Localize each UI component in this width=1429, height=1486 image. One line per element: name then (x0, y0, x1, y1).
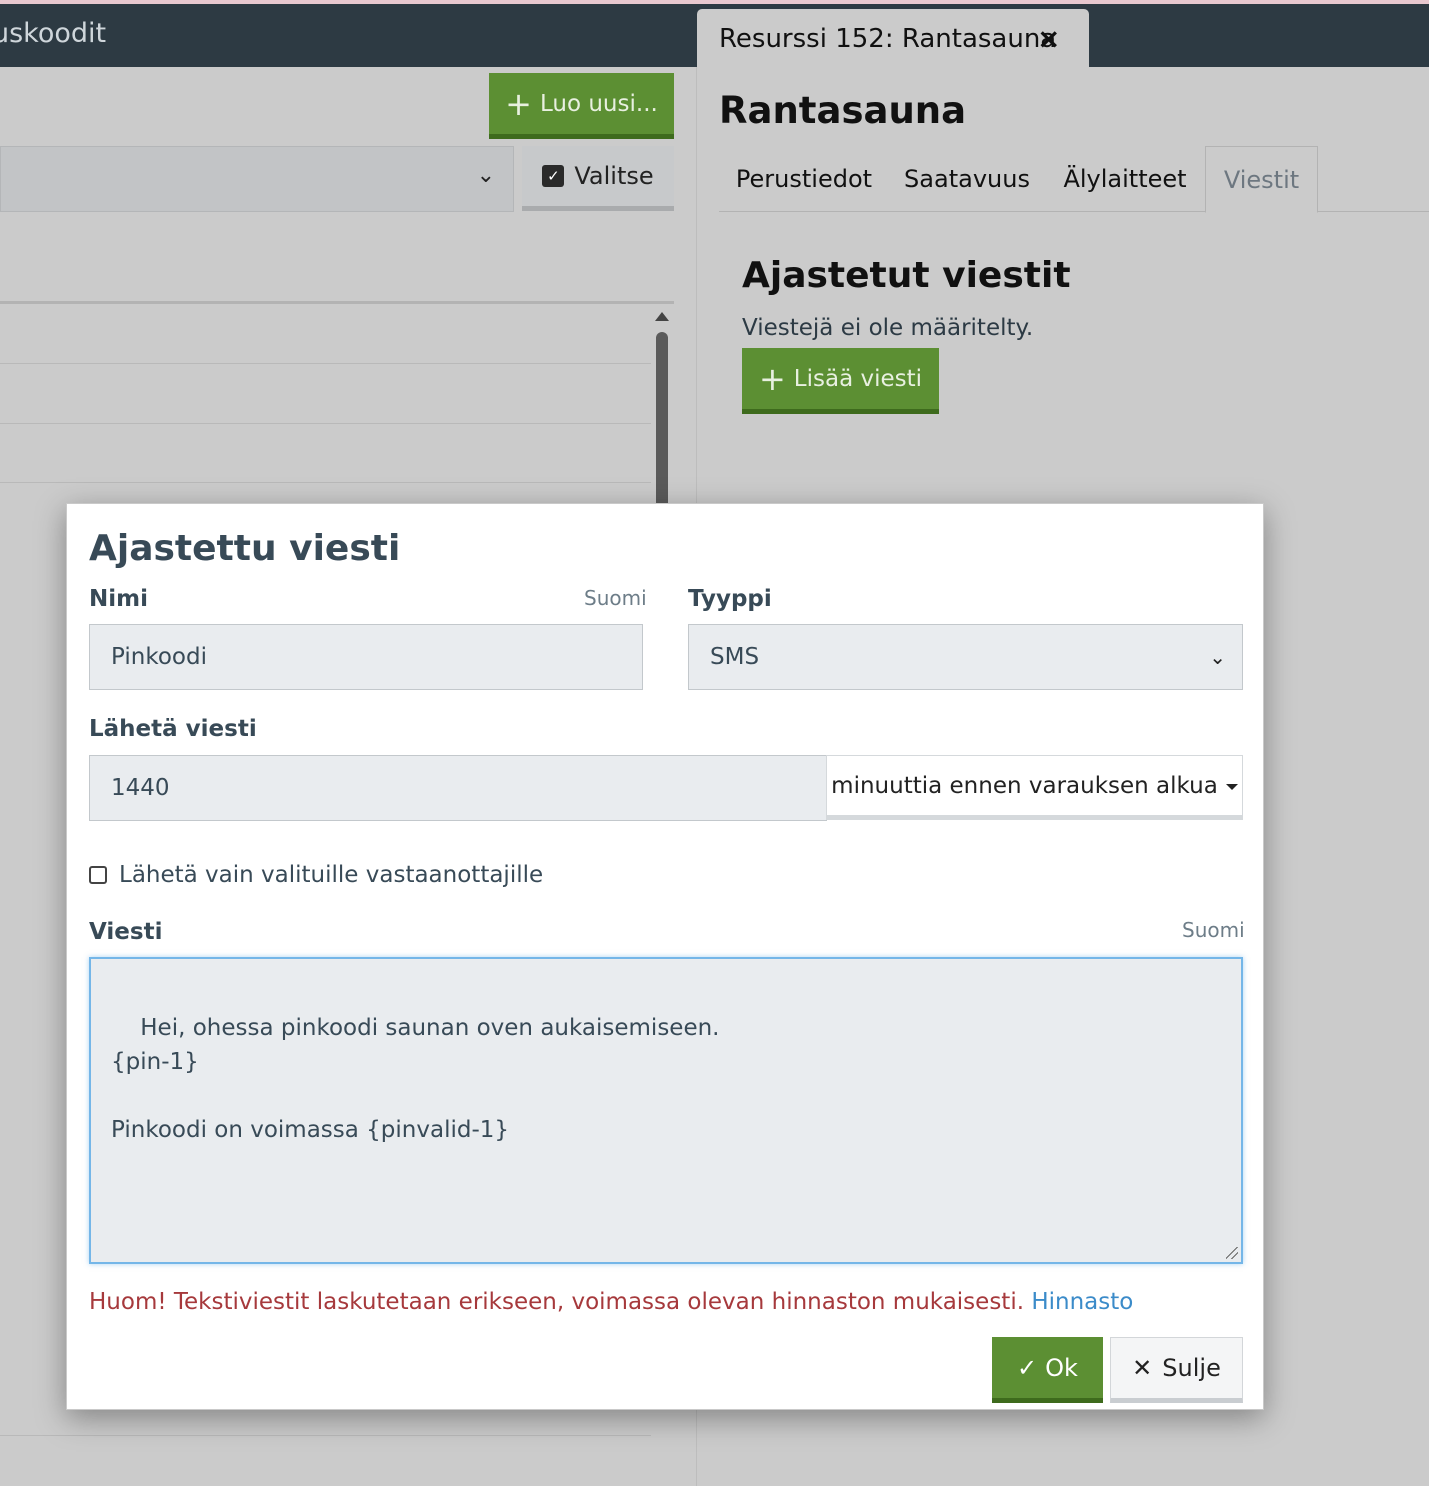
plus-icon: + (505, 84, 532, 123)
chevron-down-icon: ⌄ (476, 163, 495, 188)
scroll-up-arrow-icon[interactable] (655, 312, 669, 321)
message-textarea[interactable]: Hei, ohessa pinkoodi saunan oven aukaise… (89, 957, 1243, 1264)
only-selected-recipients-checkbox[interactable] (89, 866, 107, 884)
resource-tabs: Perustiedot Saatavuus Älylaitteet Viesti… (719, 146, 1429, 213)
page-title-fragment: uskoodit (0, 18, 107, 49)
select-toggle-button[interactable]: ✓ Valitse (522, 146, 674, 211)
message-text: Hei, ohessa pinkoodi saunan oven aukaise… (111, 1015, 720, 1143)
empty-messages-text: Viestejä ei ole määritelty. (742, 315, 1034, 341)
filter-select[interactable]: ⌄ (0, 146, 514, 212)
close-label: Sulje (1162, 1354, 1221, 1382)
type-label: Tyyppi (688, 586, 772, 612)
add-message-label: Lisää viesti (793, 365, 923, 392)
send-minutes-value: 1440 (111, 775, 170, 801)
only-selected-recipients-row: Lähetä vain valituille vastaanottajille (89, 862, 543, 888)
close-icon: ✕ (1132, 1354, 1153, 1382)
tab-label: Viestit (1223, 165, 1300, 194)
check-icon: ✓ (1017, 1353, 1038, 1382)
ok-button[interactable]: ✓ Ok (992, 1337, 1103, 1403)
tab-label: Saatavuus (904, 164, 1030, 193)
table-row[interactable] (0, 482, 651, 483)
table-row[interactable] (0, 1435, 651, 1436)
scheduled-message-dialog: Ajastettu viesti Nimi Suomi Pinkoodi Tyy… (66, 503, 1264, 1410)
ok-label: Ok (1045, 1353, 1078, 1382)
name-label: Nimi (89, 586, 148, 612)
tab-saatavuus[interactable]: Saatavuus (889, 146, 1045, 211)
close-icon[interactable]: × (1037, 22, 1060, 55)
send-unit-dropdown[interactable]: minuuttia ennen varauksen alkua (826, 755, 1243, 820)
checkbox-checked-icon: ✓ (542, 165, 565, 187)
resource-title: Rantasauna (719, 89, 967, 132)
only-selected-recipients-label: Lähetä vain valituille vastaanottajille (119, 862, 544, 888)
select-toggle-label: Valitse (574, 162, 654, 190)
tab-viestit[interactable]: Viestit (1205, 146, 1318, 213)
resize-handle-icon[interactable] (1226, 1247, 1238, 1259)
tab-perustiedot[interactable]: Perustiedot (719, 146, 889, 211)
dialog-title: Ajastettu viesti (89, 528, 401, 569)
message-language-label: Suomi (1182, 918, 1245, 942)
tab-resource-label: Resurssi 152: Rantasauna (719, 24, 1057, 54)
type-select[interactable]: SMS ⌄ (688, 624, 1243, 690)
scheduled-messages-heading: Ajastetut viestit (742, 255, 1071, 296)
type-select-value: SMS (710, 644, 760, 670)
plus-icon: + (758, 359, 786, 398)
name-input-value: Pinkoodi (111, 644, 207, 670)
create-new-button[interactable]: + Luo uusi... (489, 73, 674, 139)
send-unit-label: minuuttia ennen varauksen alkua (831, 772, 1218, 799)
message-label: Viesti (89, 919, 163, 945)
caret-down-icon (1225, 784, 1238, 790)
tab-alylaitteet[interactable]: Älylaitteet (1045, 146, 1205, 211)
close-button[interactable]: ✕ Sulje (1110, 1337, 1243, 1403)
send-label: Lähetä viesti (89, 716, 257, 742)
create-new-label: Luo uusi... (539, 90, 658, 117)
chevron-down-icon: ⌄ (1209, 645, 1226, 669)
sms-billing-warning: Huom! Tekstiviestit laskutetaan erikseen… (89, 1289, 1133, 1315)
list-top-border (0, 301, 674, 304)
add-message-button[interactable]: + Lisää viesti (742, 348, 939, 414)
name-language-label: Suomi (584, 586, 647, 610)
tab-resource-152[interactable]: Resurssi 152: Rantasauna × (697, 9, 1089, 69)
price-list-link[interactable]: Hinnasto (1031, 1289, 1133, 1315)
tab-label: Perustiedot (735, 164, 873, 193)
sms-billing-warning-text: Huom! Tekstiviestit laskutetaan erikseen… (89, 1289, 1025, 1315)
tab-label: Älylaitteet (1063, 164, 1187, 193)
table-row[interactable] (0, 423, 651, 424)
send-minutes-input[interactable]: 1440 (89, 755, 827, 821)
name-input[interactable]: Pinkoodi (89, 624, 643, 690)
scrollbar-thumb[interactable] (656, 332, 668, 512)
table-row[interactable] (0, 363, 651, 364)
